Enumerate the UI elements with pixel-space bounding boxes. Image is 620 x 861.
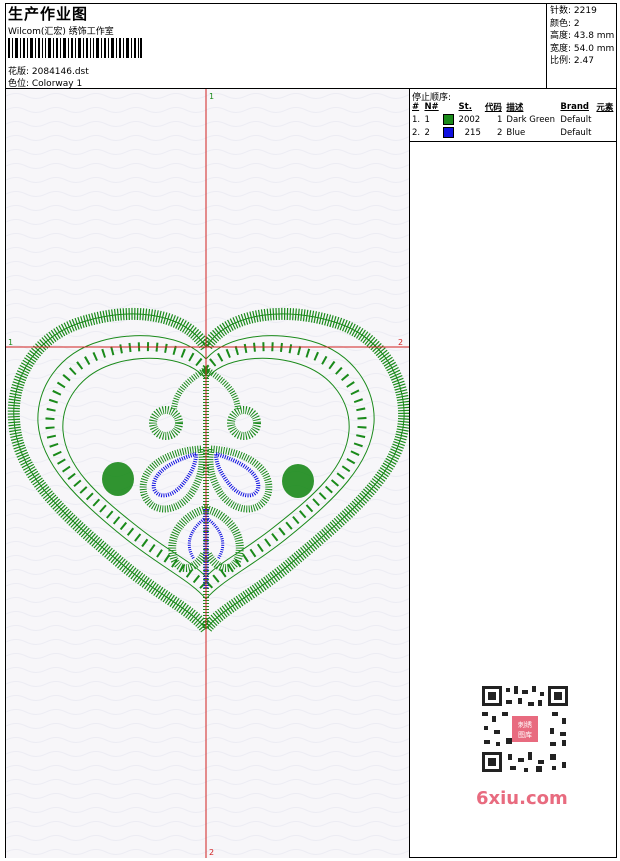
design-canvas[interactable]: 1 1 2 2 [6,89,410,858]
page-title: 生产作业图 [8,5,89,23]
colorway-label: 色位: Colorway 1 [8,79,83,89]
col-desc: 描述 [506,103,524,113]
design-height: 高度: 43.8 mm [550,31,615,41]
design-scale: 比例: 2.47 [550,56,594,66]
design-width: 宽度: 54.0 mm [550,43,615,54]
col-st: St. [458,102,472,112]
stop-sequence-table: # N# St. 代码 描述 Brand 元素 1. 1 2002 1 Dark… [410,101,616,139]
axis-top-label: 1 [209,92,214,101]
svg-text:图库: 图库 [518,730,532,739]
col-index: # [412,102,420,112]
color-swatch [443,127,455,138]
watermark-site: 6xiu.com [476,788,568,809]
stitch-count: 针数: 2219 [550,6,597,16]
axis-bottom-label: 2 [209,848,214,857]
divider [410,141,616,142]
axis-right-label: 2 [398,338,403,347]
barcode [8,38,142,58]
axis-left-label: 1 [8,338,13,347]
col-n: N# [424,102,439,112]
studio-subtitle: Wilcom(汇宏) 绣饰工作室 [8,27,114,37]
col-code: 代码 [484,103,502,113]
svg-text:刺绣: 刺绣 [518,720,532,729]
table-row[interactable]: 2. 2 215 2 Blue Default [410,126,616,139]
col-brand: Brand [560,102,589,112]
stats-panel: 针数: 2219 颜色: 2 高度: 43.8 mm 宽度: 54.0 mm 比… [547,4,616,89]
header-panel: 生产作业图 Wilcom(汇宏) 绣饰工作室 花版: 2084146.dst 色… [6,4,547,89]
col-element: 元素 [596,103,614,113]
color-count: 颜色: 2 [550,18,580,29]
table-row[interactable]: 1. 1 2002 1 Dark Green Default [410,113,616,126]
color-swatch [443,114,455,125]
embroidery-preview: 1 1 2 2 [6,89,409,858]
qr-code: 刺绣 图库 [466,676,584,796]
